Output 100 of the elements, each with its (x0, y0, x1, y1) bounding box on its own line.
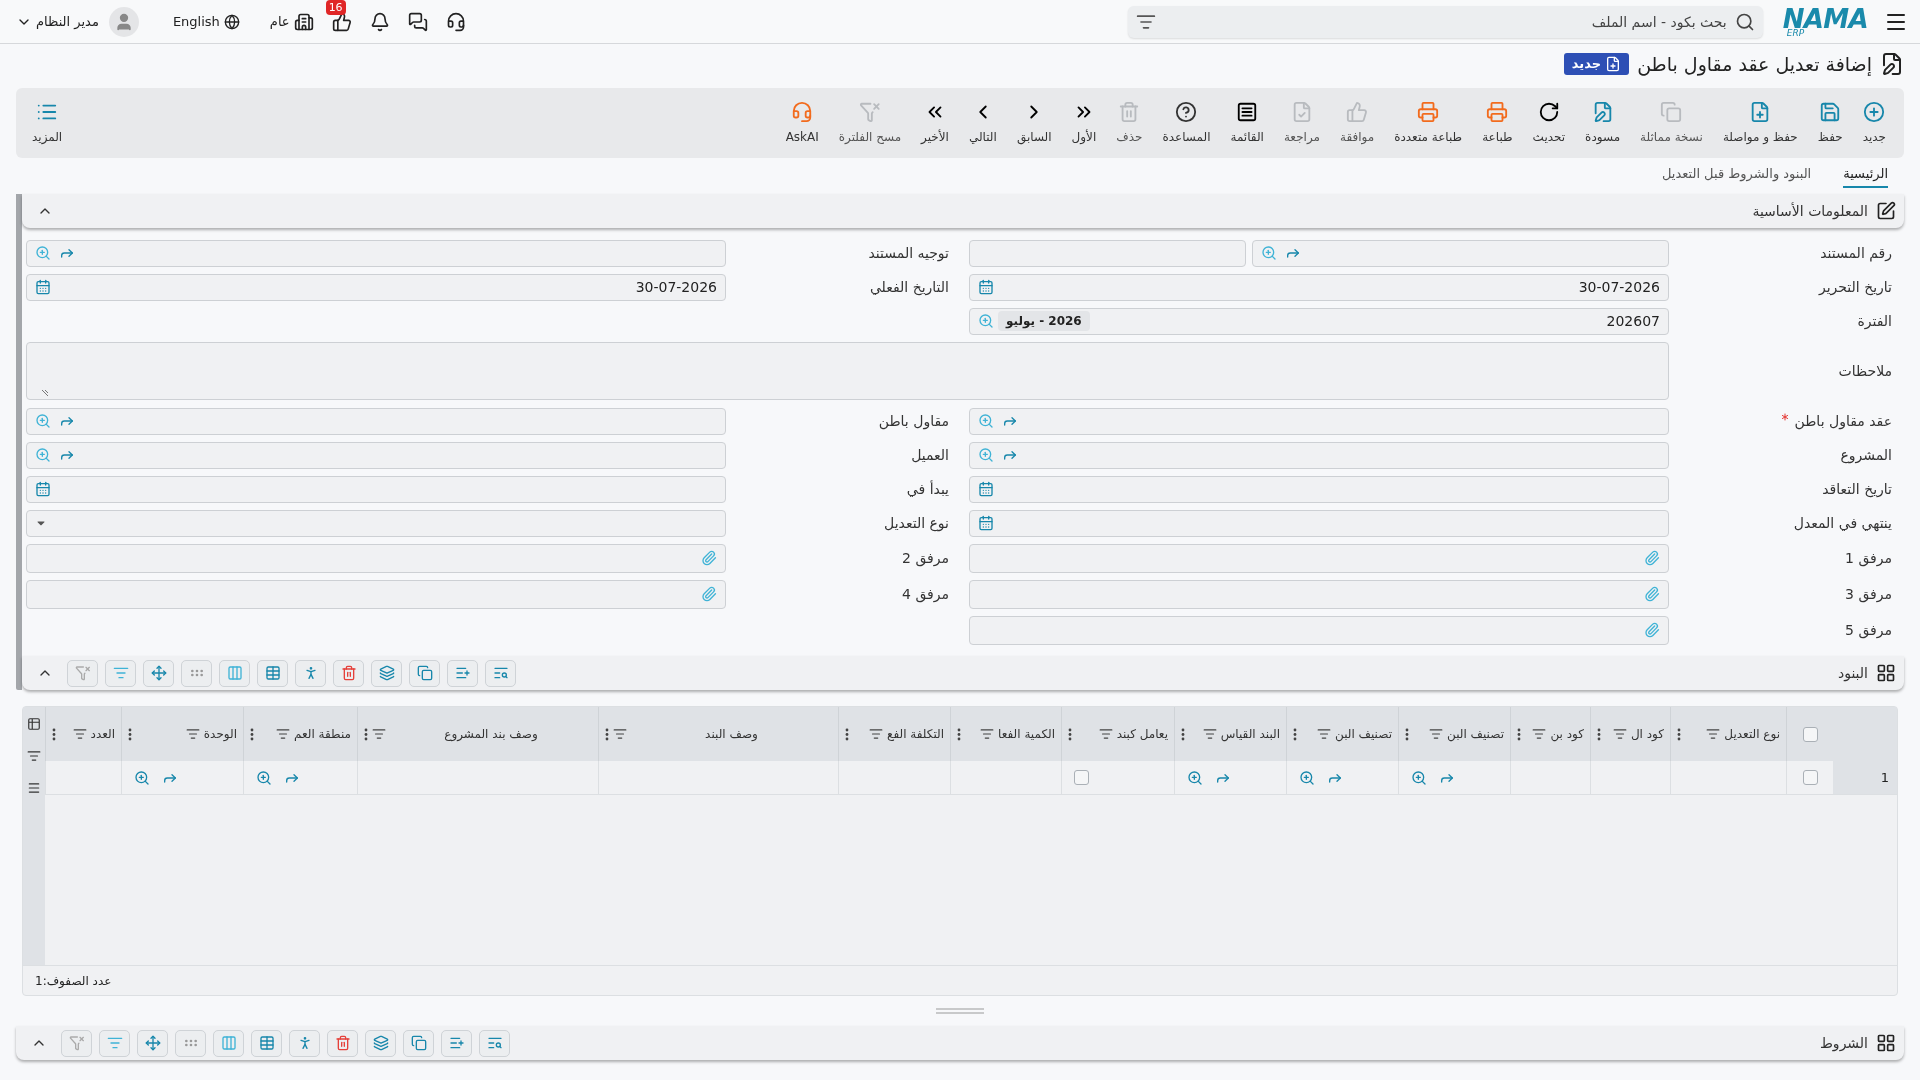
grid-tool-button[interactable] (289, 1029, 320, 1057)
paperclip-icon[interactable] (1644, 550, 1660, 566)
search-plus-icon[interactable] (978, 447, 994, 463)
globe-icon[interactable] (223, 13, 240, 30)
search-plus-icon[interactable] (1261, 245, 1277, 261)
grid-tool-button[interactable] (409, 659, 440, 687)
grid-tool-button[interactable] (67, 659, 98, 687)
attachment-field[interactable] (969, 543, 1669, 573)
bell-icon[interactable] (369, 11, 390, 32)
grid-tool-button[interactable] (105, 659, 136, 687)
resize-handle[interactable] (936, 1008, 984, 1014)
search-plus-icon[interactable] (1411, 769, 1427, 786)
grid-tool-button[interactable] (181, 659, 212, 687)
calendar-icon[interactable] (978, 481, 994, 497)
search-plus-icon[interactable] (35, 447, 51, 463)
column-header[interactable]: تصنيف البن (1398, 707, 1510, 761)
search-plus-icon[interactable] (978, 313, 994, 329)
grid-tool-button[interactable] (257, 659, 288, 687)
grid-tool-button[interactable] (447, 659, 478, 687)
building-icon[interactable] (293, 11, 314, 32)
notes-field[interactable] (26, 342, 1669, 400)
toolbar-button[interactable]: الأول (1061, 100, 1107, 146)
attachment-field[interactable] (969, 579, 1669, 609)
toolbar-button[interactable]: السابق (1006, 100, 1062, 146)
search-plus-icon[interactable] (1187, 769, 1203, 786)
grid-tool-button[interactable] (251, 1029, 282, 1057)
checkbox[interactable] (1802, 770, 1818, 785)
toolbar-button[interactable]: الأخير (911, 100, 959, 146)
column-header[interactable]: الكمية الفعا (950, 707, 1061, 761)
chat-icon[interactable] (407, 11, 428, 32)
grid-tool-button[interactable] (441, 1029, 472, 1057)
column-header[interactable]: منطقة العم (243, 707, 357, 761)
attachment-field[interactable] (26, 579, 726, 609)
column-header[interactable]: الوحدة (121, 707, 243, 761)
attachment-field[interactable] (969, 615, 1669, 645)
grid-tool-button[interactable] (327, 1029, 358, 1057)
column-header[interactable]: التكلفة الفع (838, 707, 950, 761)
attachment-field[interactable] (26, 543, 726, 573)
toolbar-button[interactable]: المزيد (24, 100, 71, 146)
toolbar-button[interactable]: المساعدة (1152, 100, 1221, 146)
toolbar-button[interactable]: مسودة (1575, 100, 1631, 146)
paperclip-icon[interactable] (1644, 586, 1660, 602)
branch-name[interactable]: عام (269, 11, 290, 32)
grid-tool-button[interactable] (143, 659, 174, 687)
paperclip-icon[interactable] (701, 550, 717, 566)
lookup-field[interactable] (969, 441, 1669, 469)
toolbar-button[interactable]: جديد (1852, 100, 1896, 146)
search-plus-icon[interactable] (978, 413, 994, 429)
grid-tool-button[interactable] (371, 659, 402, 687)
toolbar-button[interactable]: حفظ و مواصلة (1712, 100, 1808, 146)
grid-tool-button[interactable] (61, 1029, 92, 1057)
column-header[interactable]: كود ال (1590, 707, 1670, 761)
paperclip-icon[interactable] (1644, 622, 1660, 638)
select-field[interactable] (26, 509, 726, 537)
grid-tool-button[interactable] (219, 659, 250, 687)
lookup-field[interactable] (26, 441, 726, 469)
calendar-icon[interactable] (978, 515, 994, 531)
column-header[interactable]: تصنيف البن (1286, 707, 1398, 761)
column-header[interactable]: كود بن (1510, 707, 1590, 761)
calendar-icon[interactable] (978, 279, 994, 295)
calendar-icon[interactable] (35, 279, 51, 295)
date-field[interactable]: 30-07-2026 (969, 273, 1669, 301)
date-field[interactable] (969, 475, 1669, 503)
column-header[interactable]: يعامل كبند (1061, 707, 1174, 761)
filter-icon[interactable] (27, 749, 41, 763)
tab[interactable]: الرئيسية (1843, 162, 1888, 188)
date-field[interactable] (26, 475, 726, 503)
grid-tool-button[interactable] (99, 1029, 130, 1057)
date-field[interactable] (969, 509, 1669, 537)
search-plus-icon[interactable] (1299, 769, 1315, 786)
headset-icon[interactable] (445, 11, 466, 32)
lookup-field[interactable] (1252, 239, 1669, 267)
paperclip-icon[interactable] (701, 586, 717, 602)
table-icon[interactable] (27, 717, 41, 731)
grid-tool-button[interactable] (479, 1029, 510, 1057)
column-header[interactable]: وصف البند (598, 707, 838, 761)
grid-tool-button[interactable] (365, 1029, 396, 1057)
avatar[interactable] (108, 6, 139, 37)
search-plus-icon[interactable] (35, 413, 51, 429)
lookup-field[interactable] (26, 239, 726, 267)
checkbox[interactable] (1074, 770, 1089, 785)
grid-tool-button[interactable] (333, 659, 364, 687)
search-plus-icon[interactable] (256, 769, 272, 786)
toolbar-button[interactable]: التالي (958, 100, 1007, 146)
grid-tool-button[interactable] (137, 1029, 168, 1057)
column-header[interactable]: وصف بند المشروع (357, 707, 598, 761)
toolbar-button[interactable]: القائمة (1220, 100, 1274, 146)
date-field[interactable]: 30-07-2026 (26, 273, 726, 301)
search-plus-icon[interactable] (134, 769, 150, 786)
search-plus-icon[interactable] (35, 245, 51, 261)
search-field[interactable]: بحث بكود - اسم الملف (1127, 5, 1763, 38)
toolbar-button[interactable]: AskAI (775, 100, 829, 146)
grid-tool-button[interactable] (485, 659, 516, 687)
column-header[interactable]: نوع التعديل (1670, 707, 1786, 761)
toolbar-button[interactable]: تحديث (1522, 100, 1576, 146)
grid-tool-button[interactable] (175, 1029, 206, 1057)
tab[interactable]: البنود والشروط قبل التعديل (1661, 162, 1812, 188)
lookup-field[interactable] (26, 407, 726, 435)
user-name[interactable]: مدير النظام (36, 11, 99, 32)
calendar-icon[interactable] (35, 481, 51, 497)
